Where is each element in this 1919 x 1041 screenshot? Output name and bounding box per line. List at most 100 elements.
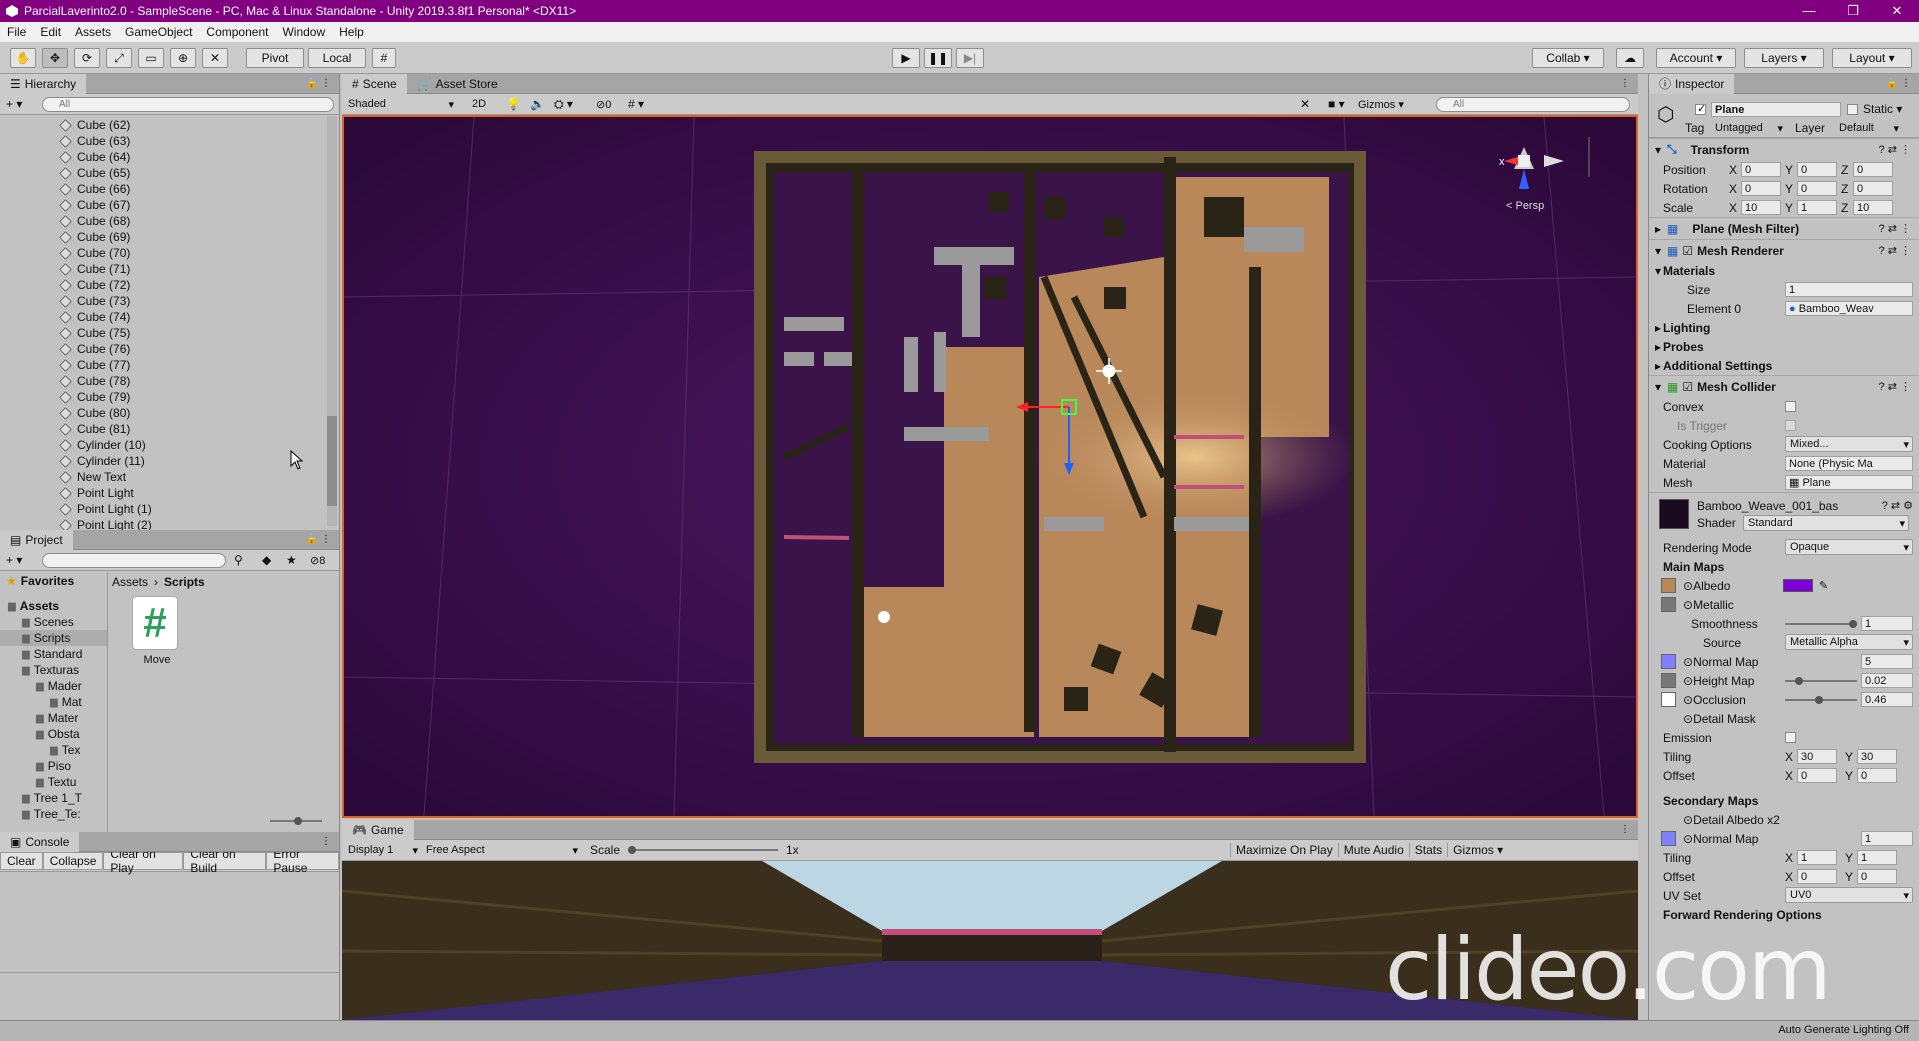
transform-component-header[interactable]: ▾ ⤡ Transform? ⇄ ⋮ (1649, 138, 1919, 160)
tiling-x-field[interactable]: 30 (1797, 749, 1837, 764)
menu-file[interactable]: File (0, 25, 33, 39)
project-tree-item[interactable]: ▆ Tree 1_T (0, 790, 107, 806)
hierarchy-item[interactable]: Cylinder (10) (0, 437, 339, 453)
project-tree-item[interactable]: ▆ Scenes (0, 614, 107, 630)
layers-dropdown[interactable]: Layers ▾ (1744, 48, 1824, 68)
mesh-renderer-header[interactable]: ▾ ▦ ☑ Mesh Renderer? ⇄ ⋮ (1649, 239, 1919, 261)
console-error-pause-button[interactable]: Error Pause (266, 847, 339, 875)
object-name-field[interactable]: Plane (1711, 102, 1841, 117)
offset2-y-field[interactable]: 0 (1857, 869, 1897, 884)
project-tree-item[interactable]: ▆ Mader (0, 678, 107, 694)
tag-dropdown[interactable]: Untagged ▾ (1711, 120, 1783, 136)
hierarchy-item[interactable]: Cube (70) (0, 245, 339, 261)
display-dropdown[interactable]: Display 1 ▾ (344, 842, 418, 858)
lighting-toggle-icon[interactable]: 💡 (506, 97, 521, 111)
uv-set-dropdown[interactable]: UV0 ▾ (1785, 887, 1913, 903)
hierarchy-item[interactable]: Cube (74) (0, 309, 339, 325)
hierarchy-item[interactable]: Cube (72) (0, 277, 339, 293)
minimize-button[interactable]: — (1787, 0, 1831, 22)
component-menu-icon[interactable]: ? ⇄ ⋮ (1879, 222, 1911, 235)
hierarchy-item[interactable]: Cube (68) (0, 213, 339, 229)
hierarchy-item[interactable]: Cube (66) (0, 181, 339, 197)
hand-tool-icon[interactable]: ✋ (10, 48, 36, 68)
project-tree-item[interactable]: ▆ Mat (0, 694, 107, 710)
hierarchy-item[interactable]: Cube (79) (0, 389, 339, 405)
materials-size-field[interactable]: 1 (1785, 282, 1913, 297)
cloud-icon[interactable]: ☁ (1616, 48, 1644, 68)
mesh-renderer-enabled-checkbox[interactable]: ☑ (1682, 244, 1693, 258)
collab-dropdown[interactable]: Collab ▾ (1532, 48, 1604, 68)
project-tree-item[interactable]: ▆ Standard (0, 646, 107, 662)
transform-x-field[interactable]: 0 (1741, 162, 1781, 177)
offset2-x-field[interactable]: 0 (1797, 869, 1837, 884)
mesh-collider-header[interactable]: ▾ ▦ ☑ Mesh Collider? ⇄ ⋮ (1649, 375, 1919, 397)
hierarchy-item[interactable]: Cube (80) (0, 405, 339, 421)
breadcrumb-assets[interactable]: Assets (112, 575, 148, 589)
static-dropdown[interactable]: Static ▾ (1863, 102, 1902, 116)
normal-map-field[interactable]: 5 (1861, 654, 1913, 669)
hierarchy-item[interactable]: Cube (67) (0, 197, 339, 213)
console-clear-on-build-button[interactable]: Clear on Build (183, 847, 267, 875)
tiling-y-field[interactable]: 30 (1857, 749, 1897, 764)
tools-icon[interactable]: ✕ (1300, 97, 1310, 111)
layer-dropdown[interactable]: Default ▾ (1835, 120, 1899, 136)
tab-hierarchy[interactable]: ☰ Hierarchy (0, 74, 87, 94)
transform-x-field[interactable]: 10 (1741, 200, 1781, 215)
tiling2-x-field[interactable]: 1 (1797, 850, 1837, 865)
component-menu-icon[interactable]: ? ⇄ ⚙ (1882, 499, 1913, 512)
albedo-color-picker[interactable] (1783, 579, 1813, 592)
shader-dropdown[interactable]: Standard ▾ (1743, 515, 1909, 531)
project-tree-item[interactable]: ▆ Piso (0, 758, 107, 774)
transform-y-field[interactable]: 0 (1797, 181, 1837, 196)
gizmos-dropdown[interactable]: Gizmos ▾ (1358, 98, 1404, 111)
static-checkbox[interactable] (1847, 104, 1858, 115)
menu-component[interactable]: Component (199, 25, 275, 39)
step-button[interactable]: ▶| (956, 48, 984, 68)
favorite-star-icon[interactable]: ★ (286, 553, 297, 567)
height-map-texture-slot[interactable] (1661, 673, 1676, 688)
panel-menu-icon[interactable]: 🔒 ⋮ (1886, 78, 1911, 89)
hierarchy-item[interactable]: Cube (77) (0, 357, 339, 373)
component-menu-icon[interactable]: ? ⇄ ⋮ (1879, 380, 1911, 393)
project-tree-item[interactable]: ▆ Scripts (0, 630, 107, 646)
hierarchy-item[interactable]: New Text (0, 469, 339, 485)
mesh-filter-header[interactable]: ▸ ▦ Plane (Mesh Filter)? ⇄ ⋮ (1649, 217, 1919, 239)
create-dropdown[interactable]: + ▾ (6, 97, 22, 111)
cooking-options-dropdown[interactable]: Mixed... ▾ (1785, 436, 1913, 452)
filter-label-icon[interactable]: ◆ (262, 553, 271, 567)
camera-icon[interactable]: ■ ▾ (1328, 97, 1345, 111)
element0-field[interactable]: ● Bamboo_Weav (1785, 301, 1913, 316)
collider-material-field[interactable]: None (Physic Ma (1785, 456, 1913, 471)
hierarchy-item[interactable]: Cube (71) (0, 261, 339, 277)
project-tree-item[interactable]: ▆ Tree_Te: (0, 806, 107, 822)
custom-tool-icon[interactable]: ✕ (202, 48, 228, 68)
offset-x-field[interactable]: 0 (1797, 768, 1837, 783)
project-tree-item[interactable]: ▆ Tex (0, 742, 107, 758)
transform-z-field[interactable]: 0 (1853, 181, 1893, 196)
hierarchy-search-input[interactable]: All (42, 97, 334, 112)
offset-y-field[interactable]: 0 (1857, 768, 1897, 783)
metallic-texture-slot[interactable] (1661, 597, 1676, 612)
source-dropdown[interactable]: Metallic Alpha ▾ (1785, 634, 1913, 650)
normal-map2-texture-slot[interactable] (1661, 831, 1676, 846)
breadcrumb-scripts[interactable]: Scripts (164, 575, 205, 589)
smoothness-field[interactable]: 1 (1861, 616, 1913, 631)
panel-menu-icon[interactable]: 🔒 ⋮ (306, 78, 331, 89)
hierarchy-item[interactable]: Cube (81) (0, 421, 339, 437)
component-menu-icon[interactable]: ? ⇄ ⋮ (1879, 143, 1911, 156)
hierarchy-item[interactable]: Cube (65) (0, 165, 339, 181)
active-checkbox[interactable]: ✓ (1695, 103, 1706, 115)
mute-audio-button[interactable]: Mute Audio (1337, 843, 1409, 857)
mesh-collider-enabled-checkbox[interactable]: ☑ (1682, 380, 1693, 394)
project-tree-item[interactable]: ▆ Textu (0, 774, 107, 790)
is-trigger-checkbox[interactable] (1785, 420, 1796, 431)
close-button[interactable]: ✕ (1875, 0, 1919, 22)
collider-mesh-field[interactable]: ▦ Plane (1785, 475, 1913, 490)
transform-x-field[interactable]: 0 (1741, 181, 1781, 196)
occlusion-field[interactable]: 0.46 (1861, 692, 1913, 707)
scene-search-input[interactable]: All (1436, 97, 1630, 112)
stats-button[interactable]: Stats (1408, 843, 1447, 857)
hierarchy-item[interactable]: Cube (73) (0, 293, 339, 309)
menu-window[interactable]: Window (275, 25, 332, 39)
transform-y-field[interactable]: 0 (1797, 162, 1837, 177)
